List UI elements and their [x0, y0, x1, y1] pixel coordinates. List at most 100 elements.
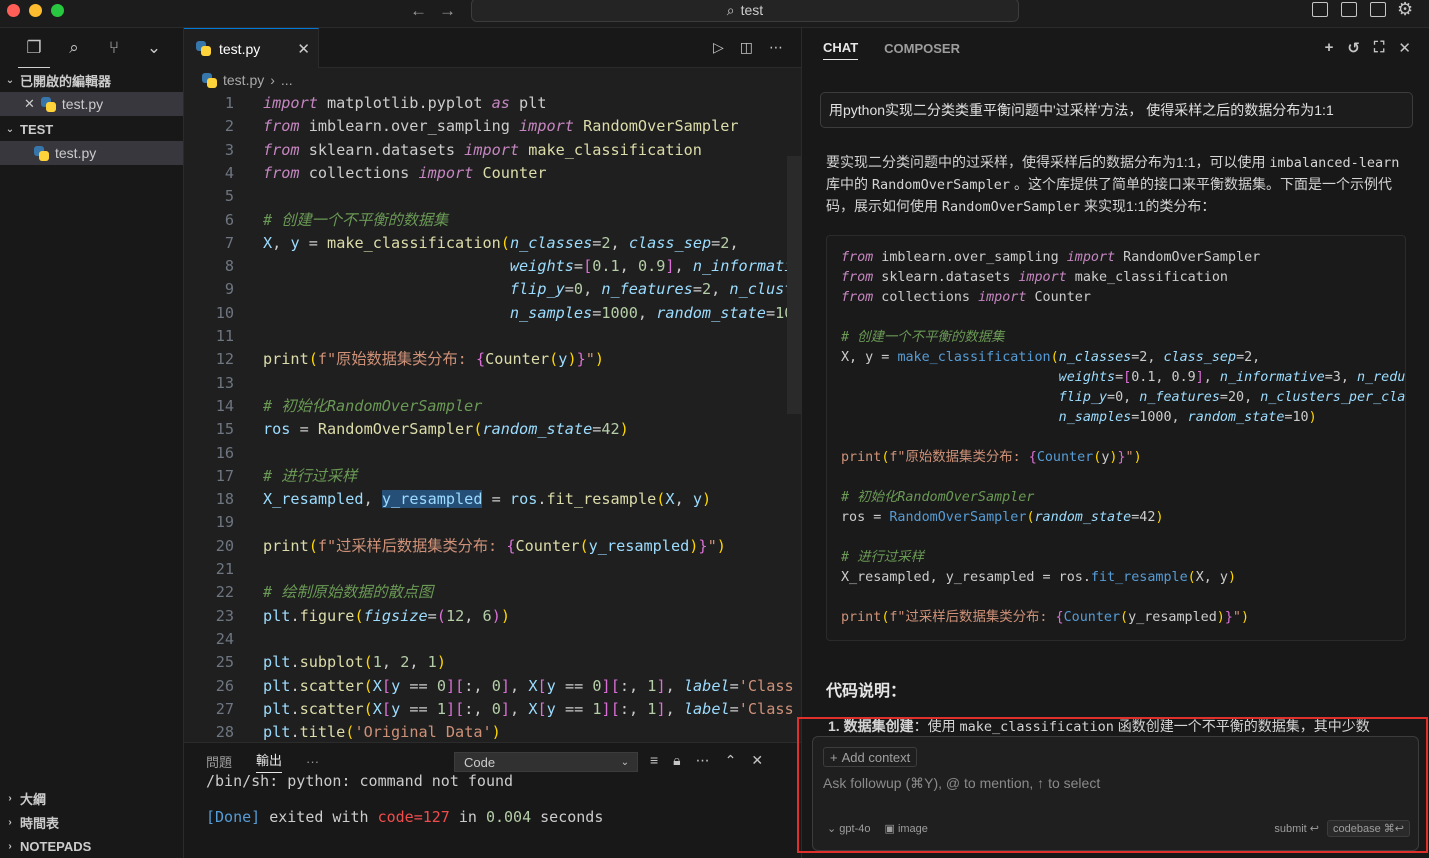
line-number: 21: [215, 560, 234, 578]
lock-icon[interactable]: 🔒︎: [673, 752, 680, 769]
line-number: 24: [215, 629, 234, 648]
tab-composer[interactable]: COMPOSER: [884, 41, 960, 56]
forward-arrow-icon[interactable]: →: [439, 1, 456, 21]
python-file-icon: [196, 41, 211, 56]
editor-area: test.py ✕ ▷ ◫ ⋯ test.py › ... 1234567891…: [184, 28, 801, 858]
image-label: image: [897, 823, 928, 835]
chevron-down-icon[interactable]: ⌄: [134, 34, 174, 62]
python-file-icon: [202, 72, 217, 88]
code-line: from sklearn.datasets import make_classi…: [263, 140, 702, 159]
line-number: 23: [215, 606, 234, 625]
close-icon[interactable]: ✕: [751, 752, 763, 769]
panel-tabs: 問題 輸出 ··· Code ⌄ ≡ 🔒︎ ⋯ ⌃ ✕: [184, 743, 801, 779]
submit-button[interactable]: submit ↩: [1274, 822, 1319, 835]
source-control-icon[interactable]: ⑂: [94, 34, 134, 62]
code-line: flip_y=0, n_features=2, n_clusters_per_c…: [509, 280, 801, 299]
image-button[interactable]: ▣ image: [884, 822, 927, 835]
timeline-section[interactable]: › 時間表: [0, 810, 183, 834]
line-number: 28: [215, 723, 234, 742]
done-tag: [Done]: [206, 808, 261, 826]
followup-input[interactable]: Ask followup (⌘Y), @ to mention, ↑ to se…: [823, 775, 1100, 792]
command-search-box[interactable]: ⌕ test: [471, 0, 1019, 22]
duration: 0.004: [485, 808, 532, 826]
code-line: X_resampled, y_resampled = ros.fit_resam…: [841, 570, 1237, 585]
notepads-section[interactable]: › NOTEPADS: [0, 834, 183, 858]
gear-icon[interactable]: ⚙: [1397, 0, 1413, 20]
code-editor[interactable]: 1 2 3 4 5 6 7 8 9 10 11 12 13 14 15 16 17 18 19 20 21 22 23 24 2…: [184, 92, 801, 742]
seconds-text: seconds: [531, 808, 604, 826]
line-number: 10: [215, 303, 234, 322]
answer-text: 要实现二分类问题中的过采样，使得采样后的数据分布为1:1，可以使用: [826, 154, 1270, 170]
editor-tabs: test.py ✕ ▷ ◫ ⋯: [184, 28, 801, 68]
chevron-right-icon: ›: [8, 840, 12, 852]
chevron-down-icon: ⌄: [5, 74, 15, 86]
more-actions-icon[interactable]: ⋯: [769, 39, 783, 56]
tab-problems[interactable]: 問題: [206, 752, 232, 771]
toggle-primary-sidebar-icon[interactable]: [1312, 2, 1328, 17]
outline-section-label: 大綱: [20, 791, 47, 807]
maximize-icon[interactable]: ⛶: [1374, 39, 1385, 57]
search-text: test: [740, 2, 764, 18]
toggle-panel-icon[interactable]: [1341, 2, 1357, 17]
code-line: # 初始化RandomOverSampler: [263, 396, 483, 415]
folder-header[interactable]: ⌄ TEST: [0, 117, 183, 141]
chevron-up-icon[interactable]: ⌃: [725, 752, 737, 769]
list-item: 1. 数据集创建：使用 make_classification 函数创建一个不平…: [828, 716, 1408, 736]
run-icon[interactable]: ▷: [713, 39, 724, 56]
code-line: X_resampled, y_resampled = ros.fit_resam…: [263, 490, 712, 509]
close-window-button[interactable]: [7, 4, 20, 17]
history-icon[interactable]: ↺: [1347, 39, 1360, 57]
open-editors-title: 已開啟的編輯器: [20, 73, 112, 89]
close-icon[interactable]: ✕: [24, 96, 35, 112]
close-icon[interactable]: ✕: [297, 40, 310, 58]
open-editors-header[interactable]: ⌄ 已開啟的編輯器: [0, 68, 183, 92]
chevron-down-icon: ⌄: [827, 823, 840, 835]
chat-actions: + ↺ ⛶ ✕: [1325, 39, 1411, 57]
split-editor-icon[interactable]: ◫: [740, 39, 753, 56]
outline-section[interactable]: › 大綱: [0, 786, 183, 810]
line-number: 8: [224, 257, 234, 276]
editor-scrollbar[interactable]: [787, 156, 801, 414]
add-context-button[interactable]: + Add context: [823, 747, 918, 767]
open-editor-item[interactable]: ✕ test.py: [0, 92, 183, 116]
model-select[interactable]: ⌄ gpt-4o: [827, 822, 870, 835]
list-item-text: ：使用: [913, 718, 960, 734]
breadcrumb-more[interactable]: ...: [281, 72, 293, 88]
output-channel-select[interactable]: Code ⌄: [454, 752, 638, 772]
line-number: 14: [215, 396, 234, 415]
folder-file-item[interactable]: test.py: [0, 141, 183, 165]
close-icon[interactable]: ✕: [1398, 39, 1411, 57]
breadcrumb: test.py › ...: [184, 68, 801, 92]
tab-output[interactable]: 輸出: [256, 750, 283, 773]
section-heading: 代码说明：: [826, 683, 907, 700]
code-line: weights=[0.1, 0.9], n_informative=3,: [509, 257, 801, 276]
code-line: n_samples=1000, random_state=10): [509, 303, 801, 322]
line-number: 17: [215, 466, 234, 485]
code-line: ros = RandomOverSampler(random_state=42): [841, 510, 1164, 525]
codebase-button[interactable]: codebase ⌘↩: [1327, 820, 1410, 837]
search-icon[interactable]: ⌕: [54, 34, 94, 62]
inline-code: RandomOverSampler: [941, 199, 1081, 215]
chevron-right-icon: ›: [8, 792, 12, 804]
line-number: 15: [215, 420, 234, 439]
answer-code-block[interactable]: from imblearn.over_sampling import Rando…: [826, 235, 1406, 641]
tab-chat[interactable]: CHAT: [823, 40, 859, 60]
back-arrow-icon[interactable]: ←: [410, 1, 427, 21]
code-line: # 进行过采样: [263, 466, 358, 485]
plus-icon[interactable]: +: [1325, 39, 1334, 57]
answer-text: 库中的: [826, 176, 872, 192]
breadcrumb-file[interactable]: test.py: [223, 72, 264, 88]
explorer-icon[interactable]: ❐: [14, 34, 54, 68]
minimize-window-button[interactable]: [29, 4, 42, 17]
maximize-window-button[interactable]: [51, 4, 64, 17]
panel-more-icon[interactable]: ···: [306, 754, 319, 769]
code-line: plt.figure(figsize=(12, 6)): [263, 606, 511, 625]
list-item-text: 函数创建一个不平衡的数据集，其中少数: [1113, 718, 1370, 734]
toggle-secondary-sidebar-icon[interactable]: [1370, 2, 1386, 17]
user-message[interactable]: 用python实现二分类类重平衡问题中'过采样'方法， 使得采样之后的数据分布为…: [820, 92, 1413, 128]
tab-test-py[interactable]: test.py ✕: [184, 28, 319, 68]
clear-output-icon[interactable]: ≡: [650, 752, 658, 769]
chat-input-box[interactable]: + Add context Ask followup (⌘Y), @ to me…: [812, 736, 1419, 851]
more-actions-icon[interactable]: ⋯: [696, 752, 710, 769]
output-channel-value: Code: [464, 754, 496, 770]
